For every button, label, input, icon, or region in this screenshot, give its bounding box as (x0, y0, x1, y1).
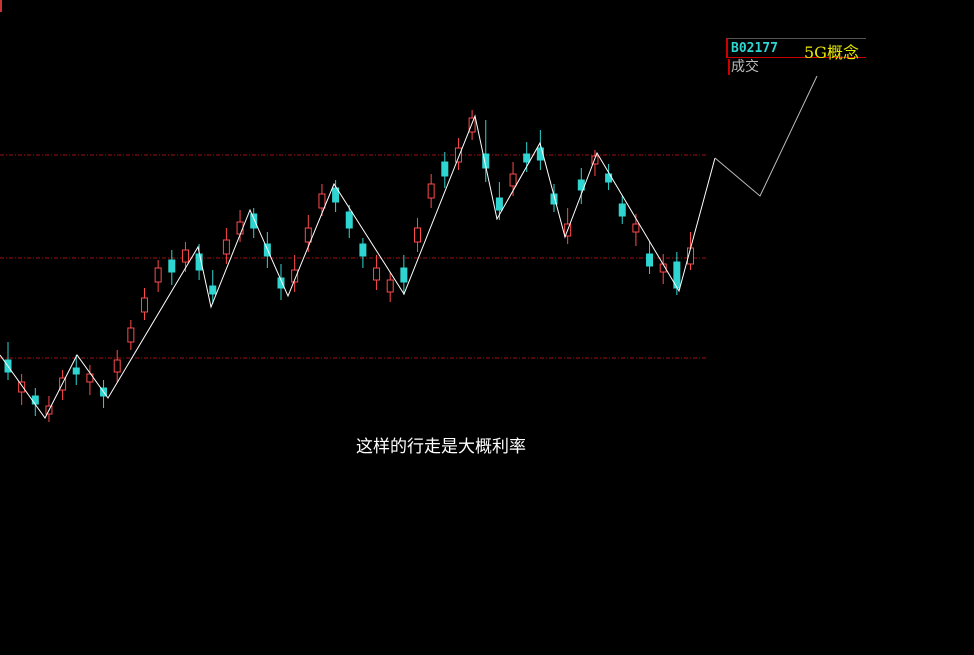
candle-down (209, 285, 217, 295)
candle-down (400, 267, 408, 283)
zigzag-line (0, 114, 716, 419)
candle-up (141, 297, 148, 313)
candle-down (618, 203, 626, 217)
candle-up (154, 267, 162, 283)
volume-label: 成交 (728, 59, 759, 75)
candle-up (373, 267, 381, 281)
candle-up (427, 183, 435, 199)
candle-down (250, 213, 258, 229)
candle-down (31, 395, 39, 405)
candlestick-chart (0, 75, 818, 422)
candle-up (304, 227, 312, 243)
candle-down (359, 243, 367, 257)
candle-up (386, 279, 394, 293)
candle-down (441, 161, 449, 177)
candle-up (181, 249, 189, 263)
candle-up (18, 381, 26, 393)
candle-down (646, 253, 654, 267)
projection-line (714, 75, 818, 197)
stock-code: B02177 (731, 41, 778, 56)
candle-up (632, 223, 640, 233)
candle-up (454, 147, 462, 163)
candle-down (523, 153, 531, 163)
candle-down (168, 259, 176, 273)
sector-name: 5G概念 (804, 43, 859, 62)
chart-caption: 这样的行走是大概利率 (356, 437, 526, 457)
candle-up (222, 239, 230, 255)
candle-up (509, 173, 517, 187)
legend-title-row: B02177 5G概念 (726, 38, 866, 62)
candle-down (495, 197, 503, 211)
candle-up (318, 193, 326, 209)
candle-up (236, 221, 244, 235)
candle-up (468, 117, 476, 133)
candle-down (345, 211, 353, 229)
legend: B02177 5G概念 成交 (726, 38, 866, 75)
candle-up (113, 359, 121, 373)
candle-up (127, 327, 135, 343)
candle-up (414, 227, 421, 243)
candle-down (72, 367, 80, 375)
